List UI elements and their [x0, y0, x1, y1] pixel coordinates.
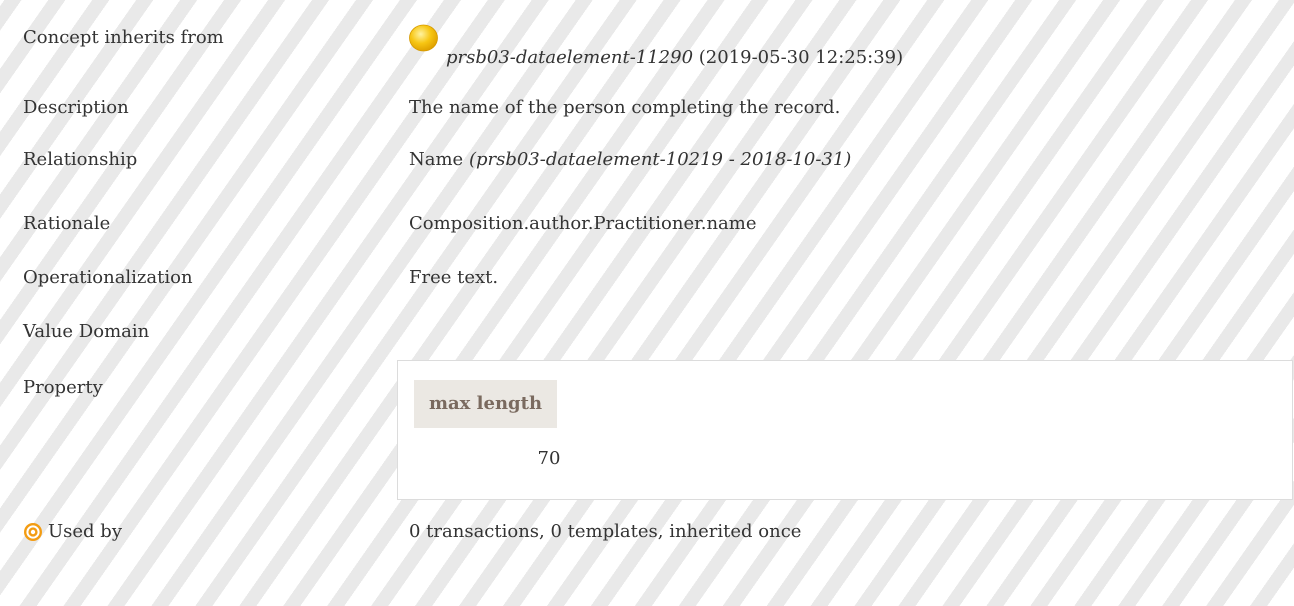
row-description: Description The name of the person compl… [0, 94, 1294, 124]
relationship-value: Name (prsb03-dataelement-10219 - 2018-10… [409, 146, 851, 174]
inherited-concept-link[interactable]: prsb03-dataelement-11290 [446, 47, 693, 68]
relationship-ref-link[interactable]: (prsb03-dataelement-10219 - 2018-10-31) [469, 149, 851, 170]
description-value: The name of the person completing the re… [409, 97, 841, 118]
row-rationale: Rationale Composition.author.Practitione… [0, 210, 1294, 240]
property-header-max-length: max length [414, 380, 557, 428]
rationale-value: Composition.author.Practitioner.name [409, 213, 757, 234]
used-by-value: 0 transactions, 0 templates, inherited o… [409, 521, 802, 542]
row-concept-inherits-value: prsb03-dataelement-11290 (2019-05-30 12:… [0, 44, 1294, 74]
used-by-label: Used by [48, 521, 122, 542]
property-value-max-length: 70 [537, 448, 561, 469]
row-relationship: Relationship Name (prsb03-dataelement-10… [0, 146, 1294, 176]
concept-inherits-value: prsb03-dataelement-11290 (2019-05-30 12:… [446, 44, 903, 72]
row-operationalization: Operationalization Free text. [0, 264, 1294, 294]
inherited-concept-date: (2019-05-30 12:25:39) [693, 47, 904, 68]
relationship-label: Relationship [23, 149, 138, 170]
rationale-label: Rationale [23, 213, 111, 234]
operationalization-label: Operationalization [23, 267, 193, 288]
relationship-name: Name [409, 149, 469, 170]
property-label: Property [23, 377, 103, 398]
property-table: max length 70 [397, 360, 1293, 500]
value-domain-label: Value Domain [23, 321, 150, 342]
description-label: Description [23, 97, 129, 118]
row-used-by: Used by 0 transactions, 0 templates, inh… [0, 518, 1294, 548]
used-by-label-wrap: Used by [23, 518, 122, 546]
operationalization-value: Free text. [409, 267, 499, 288]
row-value-domain: Value Domain [0, 318, 1294, 348]
target-icon[interactable] [23, 522, 43, 542]
